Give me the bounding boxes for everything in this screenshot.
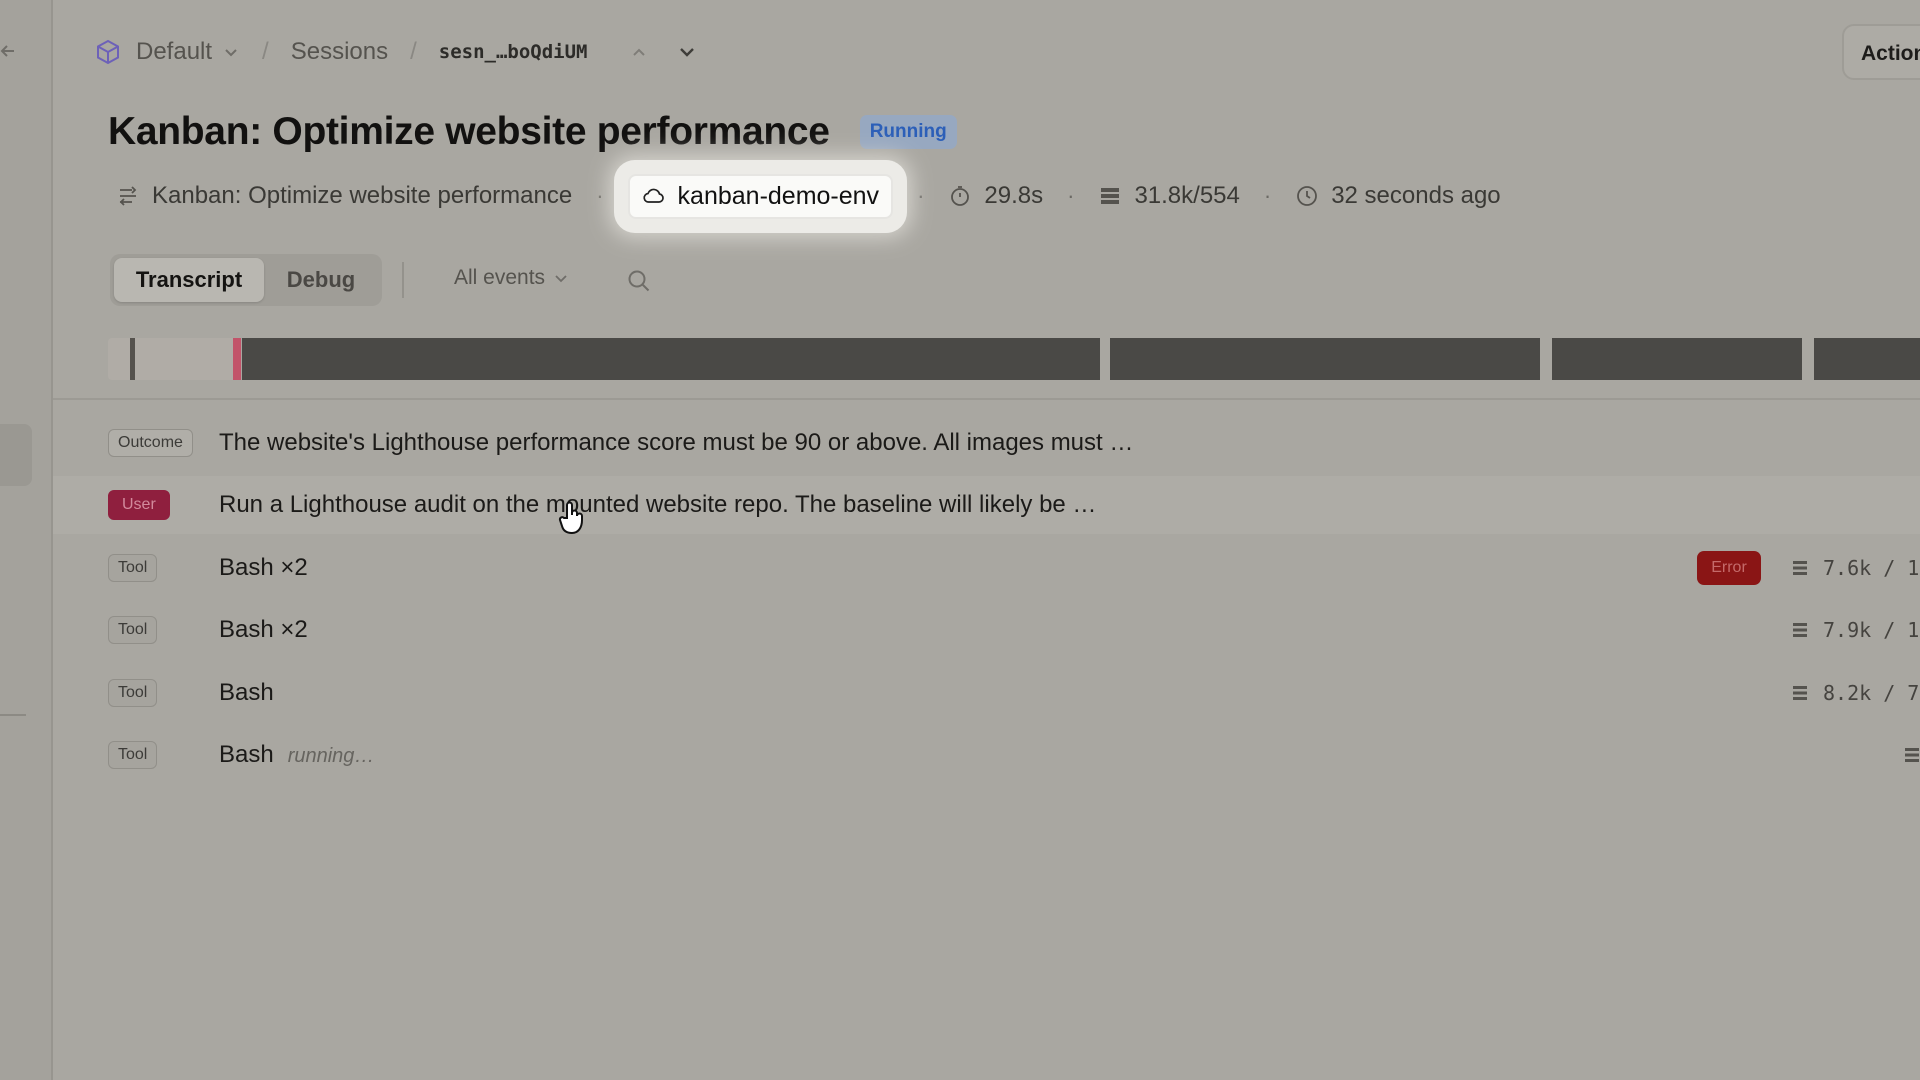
- agent-icon: [119, 186, 137, 206]
- back-arrow-icon[interactable]: [0, 42, 18, 60]
- event-tokens: 7.9k / 15: [1791, 618, 1920, 642]
- event-type-badge: Outcome: [108, 429, 193, 457]
- rail-tab[interactable]: [0, 424, 32, 486]
- event-text: Bash ×2: [219, 554, 308, 581]
- environment-name: kanban-demo-env: [677, 181, 880, 210]
- timeline-segment[interactable]: [1552, 338, 1802, 380]
- chevron-down-icon: [555, 275, 567, 283]
- tab-debug[interactable]: Debug: [264, 258, 378, 302]
- breadcrumb-session-id: sesn_…boQdiUM: [438, 41, 588, 63]
- event-type-badge: Tool: [108, 616, 158, 644]
- actions-button[interactable]: Actions: [1842, 24, 1920, 80]
- event-type-badge: Tool: [108, 741, 158, 769]
- event-type-badge: Tool: [108, 554, 158, 582]
- error-badge: Error: [1697, 551, 1761, 585]
- tokens-icon: [1793, 623, 1807, 637]
- title-row: Kanban: Optimize website performance Run…: [108, 110, 957, 154]
- clock-icon: [1297, 186, 1318, 206]
- event-tokens: 8.2k / 79: [1791, 681, 1920, 705]
- rail-divider: [0, 714, 26, 716]
- event-row-outcome[interactable]: Outcome The website's Lighthouse perform…: [53, 414, 1920, 472]
- tab-transcript[interactable]: Transcript: [114, 258, 264, 302]
- divider: [53, 398, 1920, 400]
- breadcrumb-separator: /: [410, 38, 417, 65]
- cube-icon: [97, 39, 119, 65]
- meta-separator: ·: [596, 183, 604, 208]
- session-meta: Kanban: Optimize website performance · k…: [116, 173, 1501, 219]
- event-row-tool[interactable]: Tool Bash running…: [53, 726, 1920, 784]
- breadcrumb-separator: /: [262, 38, 269, 65]
- breadcrumb-sessions[interactable]: Sessions: [291, 38, 388, 66]
- cloud-icon: [642, 188, 664, 203]
- event-filter-label: All events: [454, 266, 546, 289]
- page-title: Kanban: Optimize website performance: [108, 110, 830, 153]
- event-row-tool[interactable]: Tool Bash 8.2k / 79: [53, 664, 1920, 722]
- breadcrumb-workspace[interactable]: Default: [136, 38, 212, 66]
- event-text: The website's Lighthouse performance sco…: [219, 429, 1134, 456]
- hand-cursor-icon: [558, 501, 583, 535]
- meta-separator: ·: [1263, 183, 1272, 208]
- timeline-segment[interactable]: [108, 338, 238, 380]
- event-tokens: 7.6k / 18: [1791, 556, 1920, 580]
- timer-icon: [951, 186, 970, 206]
- timeline-tick: [130, 338, 135, 380]
- event-type-badge: Tool: [108, 679, 158, 707]
- timeline-segment[interactable]: [242, 338, 1100, 380]
- status-badge: Running: [859, 115, 957, 149]
- event-text: Bash: [219, 679, 274, 706]
- token-count: 31.8k/554: [1134, 182, 1240, 209]
- toolbar-divider: [402, 262, 404, 298]
- event-token-count: 7.6k / 18: [1823, 556, 1920, 580]
- chevron-down-icon[interactable]: [676, 41, 698, 63]
- event-token-count: 7.9k / 15: [1823, 618, 1920, 642]
- event-text: Bash ×2: [219, 616, 308, 643]
- tokens-icon: [1101, 188, 1120, 204]
- timeline-marker[interactable]: [233, 338, 241, 380]
- tokens-icon: [1793, 561, 1807, 575]
- event-text: Run a Lighthouse audit on the mounted we…: [219, 491, 1097, 518]
- event-filter-dropdown[interactable]: All events: [454, 266, 569, 290]
- meta-separator: ·: [1067, 183, 1075, 208]
- chevron-up-icon[interactable]: [628, 41, 650, 63]
- chevron-down-icon[interactable]: [222, 43, 240, 61]
- event-row-user[interactable]: User Run a Lighthouse audit on the mount…: [53, 476, 1920, 534]
- meta-separator: ·: [917, 183, 925, 208]
- left-rail: [0, 0, 53, 1080]
- event-row-tool[interactable]: Tool Bash ×2 Error 7.6k / 18: [53, 539, 1920, 597]
- breadcrumb: Default / Sessions / sesn_…boQdiUM: [94, 34, 698, 70]
- tokens-icon: [1793, 686, 1807, 700]
- search-icon[interactable]: [626, 268, 652, 294]
- view-tabs: Transcript Debug: [110, 254, 382, 306]
- timeline-segment[interactable]: [1110, 338, 1540, 380]
- environment-chip[interactable]: kanban-demo-env: [627, 173, 894, 219]
- running-indicator: running…: [287, 745, 375, 767]
- event-row-tool[interactable]: Tool Bash ×2 7.9k / 15: [53, 601, 1920, 659]
- duration: 29.8s: [984, 182, 1044, 209]
- event-token-count: 8.2k / 79: [1823, 681, 1920, 705]
- event-text: Bash running…: [219, 741, 374, 769]
- event-text-label: Bash: [219, 741, 274, 768]
- time-ago: 32 seconds ago: [1331, 182, 1501, 209]
- event-type-badge: User: [108, 490, 170, 520]
- agent-name[interactable]: Kanban: Optimize website performance: [152, 182, 572, 210]
- timeline-segment[interactable]: [1814, 338, 1920, 380]
- tokens-icon: [1905, 748, 1919, 762]
